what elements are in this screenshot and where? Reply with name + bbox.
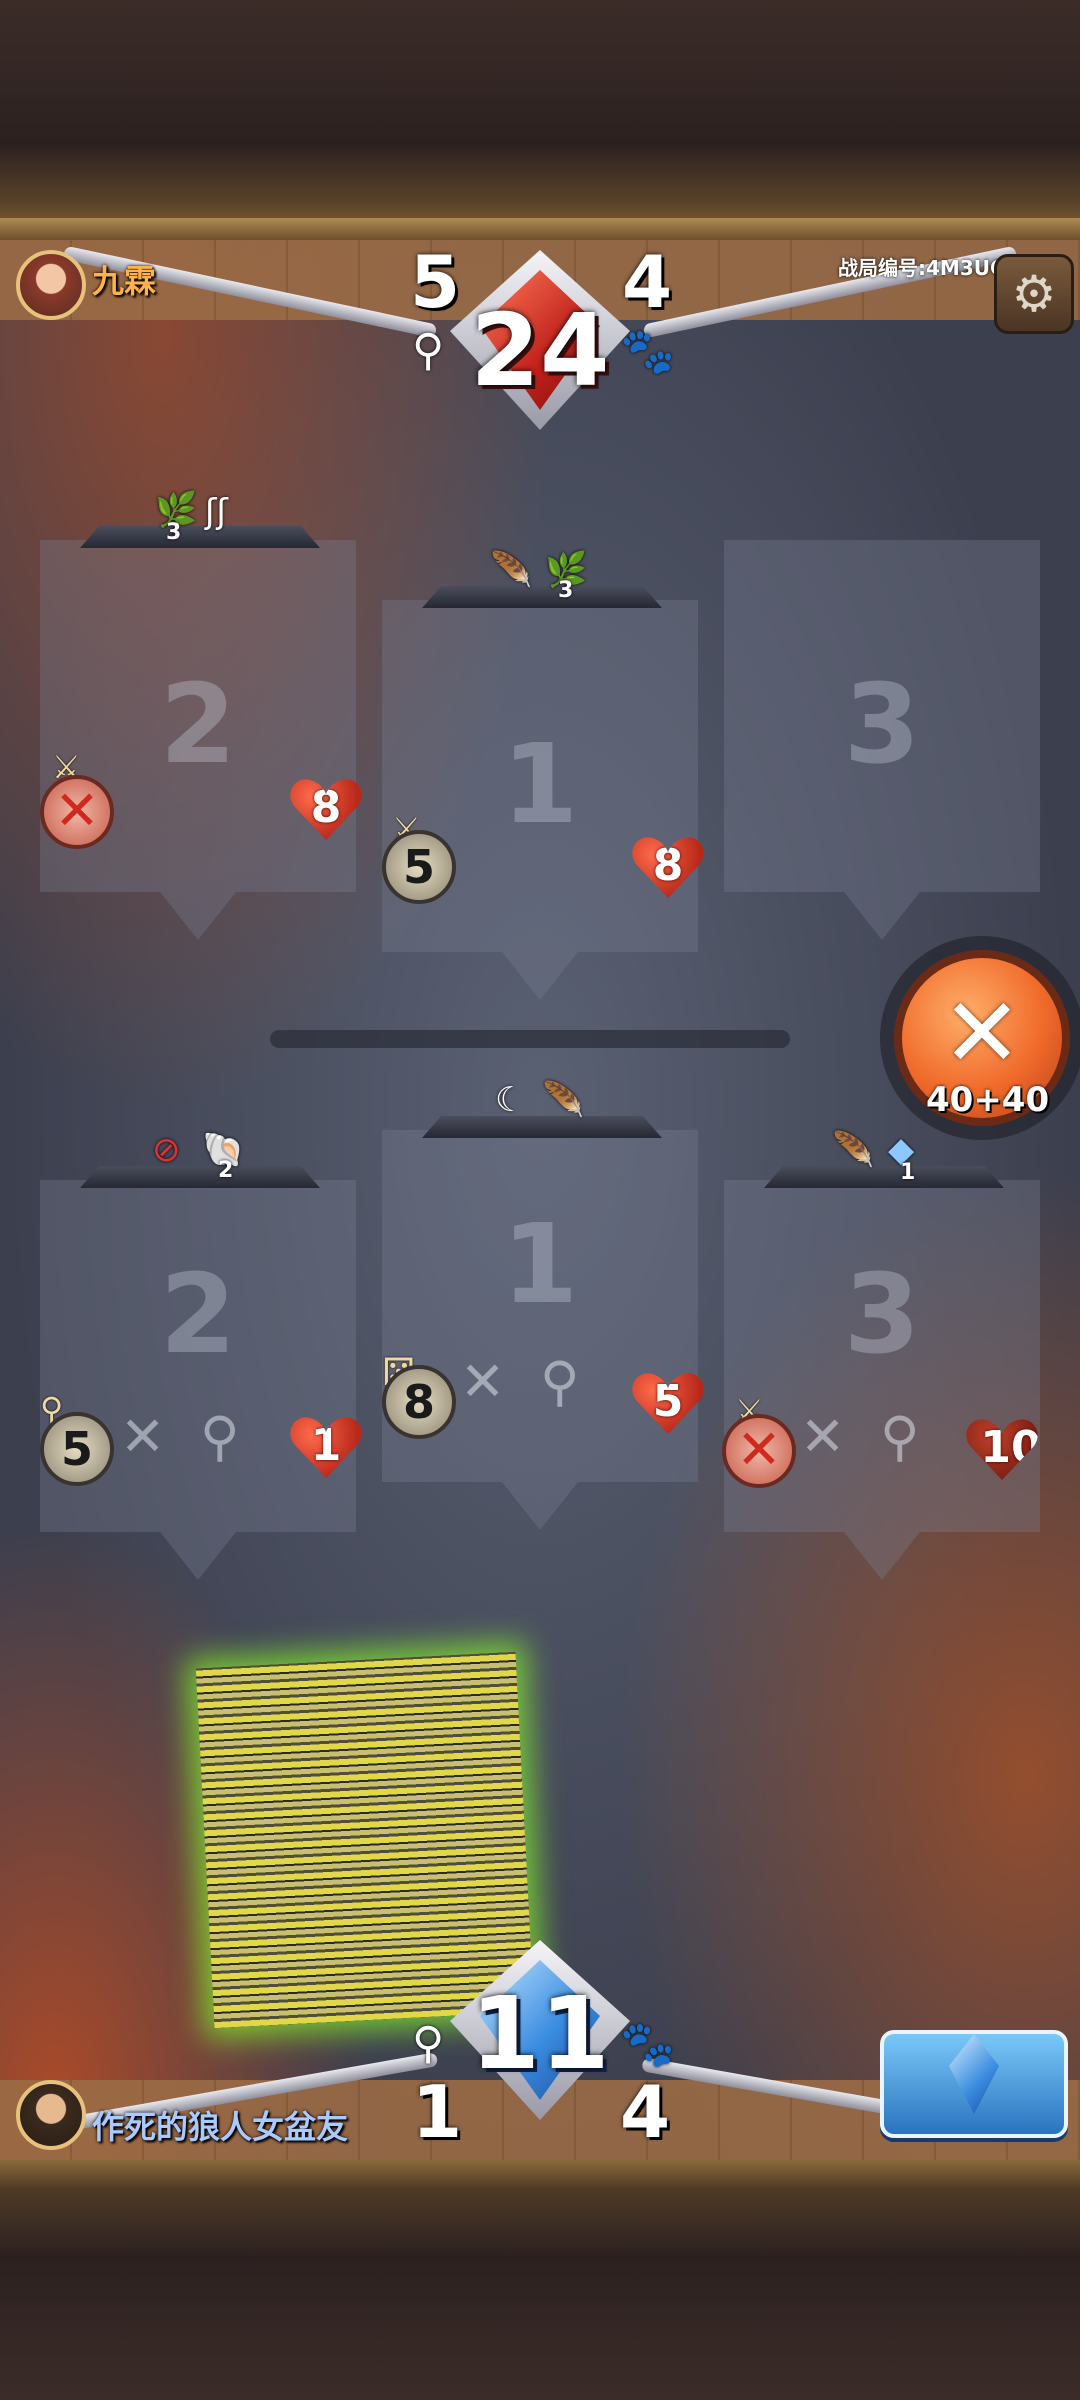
lane-number: 1: [501, 1200, 579, 1328]
hook-ghost-icon: ⚲: [200, 1405, 240, 1468]
lane-tab: [422, 586, 662, 608]
feather-icon: 🪶: [832, 1130, 875, 1170]
top-frame: [0, 0, 1080, 240]
player-score: 11: [470, 1975, 610, 2092]
mana-crystal-button[interactable]: [880, 2030, 1068, 2138]
attack-disabled-icon: ✕: [40, 775, 114, 849]
player-avatar[interactable]: [16, 2080, 86, 2150]
held-card[interactable]: [195, 1651, 535, 2029]
player-lane-3[interactable]: [724, 1180, 1040, 1580]
lane-tab: [80, 526, 320, 548]
player-lane-2[interactable]: [40, 1180, 356, 1580]
lane-number: 1: [501, 720, 579, 848]
lane-number: 2: [159, 660, 237, 788]
crescent-icon: ☾: [495, 1080, 526, 1120]
opponent-name: 九霖: [92, 262, 157, 300]
player-left-count: 1: [412, 2070, 463, 2154]
player-lane-2-attack: 5: [40, 1412, 114, 1486]
feather-icon: 🪶: [490, 550, 533, 590]
settings-gear-icon[interactable]: ⚙: [994, 254, 1074, 334]
tab-badge: 1: [900, 1160, 916, 1185]
feather-icon: 🪶: [542, 1080, 585, 1120]
opponent-lane-1-attack: 5: [382, 830, 456, 904]
paw-icon: 🐾: [620, 2019, 675, 2070]
opponent-avatar[interactable]: [16, 250, 86, 320]
crystal-icon: [949, 2034, 999, 2114]
opponent-score: 24: [470, 292, 610, 409]
attack-disabled-icon: ✕: [722, 1414, 796, 1488]
lane-number: 3: [843, 660, 921, 788]
lane-number: 3: [843, 1250, 921, 1378]
bow-ghost-icon: ✕: [120, 1405, 166, 1468]
match-id: 战局编号:4M3UC: [838, 256, 1005, 280]
attack-button-label: 40+40: [926, 1080, 1050, 1120]
lane-tab: [80, 1166, 320, 1188]
player-right-count: 4: [620, 2070, 671, 2154]
player-lane-1-attack: 8: [382, 1365, 456, 1439]
prohibit-icon: ⊘: [152, 1130, 181, 1170]
sword-ghost-icon: ✕: [460, 1350, 506, 1413]
ring-icon: ⚲: [412, 2018, 445, 2069]
bottom-frame: [0, 2160, 1080, 2400]
player-name: 作死的狼人女盆友: [92, 2108, 349, 2146]
lane-number: 2: [159, 1250, 237, 1378]
hook-ghost-icon: ⚲: [880, 1405, 920, 1468]
tab-badge: 3: [166, 520, 182, 545]
tab-badge: 3: [558, 578, 574, 603]
center-divider: [270, 1030, 790, 1048]
player-lane-1[interactable]: [382, 1130, 698, 1530]
claw-icon: ʃʃ: [205, 492, 228, 532]
hook-ghost-icon: ⚲: [540, 1350, 580, 1413]
bow-ghost-icon: ✕: [800, 1405, 846, 1468]
tab-badge: 2: [218, 1158, 234, 1183]
lane-tab: [764, 1166, 1004, 1188]
